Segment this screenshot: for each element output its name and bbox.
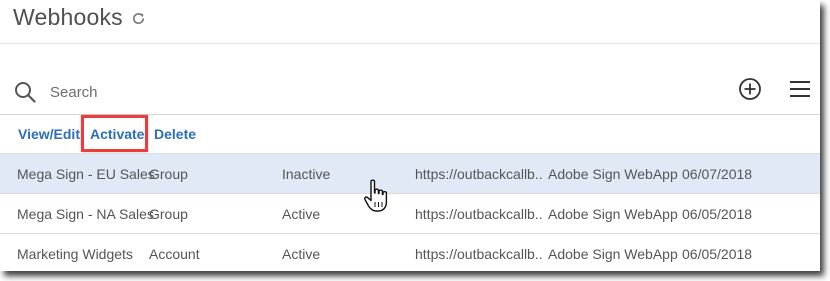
- list-toolbar: [0, 70, 820, 115]
- webhook-url: https://outbackcallb...: [415, 166, 543, 182]
- webhook-application: Adobe Sign WebApp: [548, 246, 678, 262]
- webhook-url: https://outbackcallb...: [415, 206, 543, 222]
- webhook-application: Adobe Sign WebApp: [548, 166, 678, 182]
- webhook-scope: Group: [149, 166, 188, 182]
- table-row[interactable]: Mega Sign - EU Sales Group Inactive http…: [0, 153, 820, 194]
- view-edit-link[interactable]: View/Edit: [18, 126, 80, 142]
- webhook-url: https://outbackcallb...: [415, 246, 543, 262]
- table-row[interactable]: Mega Sign - NA Sales Group Active https:…: [0, 193, 820, 234]
- webhook-name: Marketing Widgets: [17, 246, 133, 262]
- webhook-application: Adobe Sign WebApp: [548, 206, 678, 222]
- webhook-date: 06/07/2018: [682, 166, 753, 182]
- webhook-scope: Group: [149, 206, 188, 222]
- search-input[interactable]: [48, 80, 352, 104]
- webhook-date: 06/05/2018: [682, 206, 753, 222]
- delete-link[interactable]: Delete: [154, 126, 196, 142]
- webhook-scope: Account: [149, 246, 200, 262]
- page-title: Webhooks: [13, 4, 123, 30]
- search-icon: [15, 82, 36, 103]
- add-circle-icon[interactable]: [738, 77, 762, 101]
- page-header: Webhooks: [0, 0, 820, 44]
- activate-highlight-box: [81, 115, 148, 152]
- webhook-status: Active: [282, 206, 321, 222]
- webhook-name: Mega Sign - NA Sales: [17, 206, 154, 222]
- refresh-icon[interactable]: [131, 11, 146, 26]
- table-row[interactable]: Marketing Widgets Account Active https:/…: [0, 233, 820, 271]
- webhooks-panel: Webhooks View/Edit Activate Delete Mega …: [0, 0, 820, 271]
- webhook-name: Mega Sign - EU Sales: [17, 166, 155, 182]
- hamburger-menu-icon[interactable]: [789, 79, 811, 99]
- webhook-status: Inactive: [282, 166, 331, 182]
- webhook-date: 06/05/2018: [682, 246, 753, 262]
- webhook-status: Active: [282, 246, 321, 262]
